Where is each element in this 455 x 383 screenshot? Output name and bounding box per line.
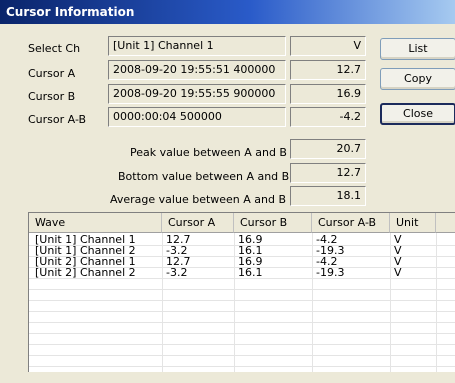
cursor-ab-time-field: 0000:00:04 500000 bbox=[108, 107, 286, 127]
cursor-ab-value-field: -4.2 bbox=[290, 107, 366, 127]
select-ch-field[interactable]: [Unit 1] Channel 1 bbox=[108, 36, 286, 56]
row-divider bbox=[29, 322, 455, 323]
cursor-ab-label: Cursor A-B bbox=[28, 113, 87, 126]
cursor-b-value-field: 16.9 bbox=[290, 84, 366, 104]
header-cursor-b[interactable]: Cursor B bbox=[234, 213, 312, 233]
row-divider bbox=[29, 355, 455, 356]
row-divider bbox=[29, 344, 455, 345]
title-bar[interactable]: Cursor Information bbox=[0, 0, 455, 24]
wave-table[interactable]: Wave Cursor A Cursor B Cursor A-B Unit [… bbox=[28, 212, 455, 372]
row-divider bbox=[29, 300, 455, 301]
list-button[interactable]: List bbox=[380, 38, 455, 60]
cursor-b-cell: 16.1 bbox=[238, 266, 263, 279]
average-label: Average value between A and B bbox=[110, 193, 287, 206]
cursor-b-time-field: 2008-09-20 19:55:55 900000 bbox=[108, 84, 286, 104]
header-cursor-ab[interactable]: Cursor A-B bbox=[312, 213, 390, 233]
cursor-a-label: Cursor A bbox=[28, 67, 76, 80]
cursor-a-value-field: 12.7 bbox=[290, 60, 366, 80]
header-cursor-a[interactable]: Cursor A bbox=[162, 213, 234, 233]
cursor-ab-cell: -19.3 bbox=[316, 266, 345, 279]
row-divider bbox=[29, 366, 455, 367]
bottom-label: Bottom value between A and B bbox=[118, 170, 290, 183]
cursor-b-label: Cursor B bbox=[28, 90, 76, 103]
bottom-value-field: 12.7 bbox=[290, 163, 366, 183]
select-ch-unit: V bbox=[290, 36, 366, 56]
cursor-information-dialog: Cursor Information Select Ch Cursor A Cu… bbox=[0, 0, 455, 383]
header-wave[interactable]: Wave bbox=[29, 213, 162, 233]
wave-cell: [Unit 2] Channel 2 bbox=[35, 266, 136, 279]
header-unit[interactable]: Unit bbox=[390, 213, 436, 233]
row-divider bbox=[29, 333, 455, 334]
peak-value-field: 20.7 bbox=[290, 139, 366, 159]
close-button[interactable]: Close bbox=[380, 103, 455, 125]
row-divider bbox=[29, 311, 455, 312]
window-title: Cursor Information bbox=[6, 5, 135, 19]
row-divider bbox=[29, 289, 455, 290]
header-filler bbox=[436, 213, 455, 233]
peak-label: Peak value between A and B bbox=[130, 146, 287, 159]
copy-button[interactable]: Copy bbox=[380, 68, 455, 90]
cursor-a-time-field: 2008-09-20 19:55:51 400000 bbox=[108, 60, 286, 80]
cursor-a-cell: -3.2 bbox=[166, 266, 188, 279]
select-ch-label: Select Ch bbox=[28, 42, 81, 55]
average-value-field: 18.1 bbox=[290, 186, 366, 206]
column-divider bbox=[436, 233, 437, 372]
unit-cell: V bbox=[394, 266, 402, 279]
